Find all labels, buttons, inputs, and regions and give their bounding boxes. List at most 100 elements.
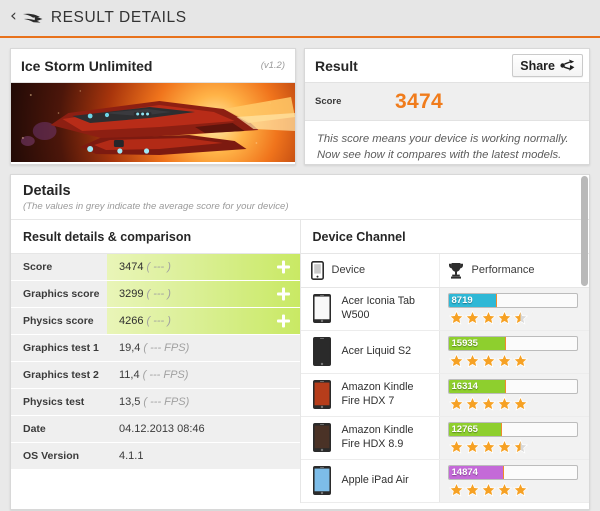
performance-bar: 14874 [447, 464, 578, 480]
back-chevron-icon[interactable]: ‹ [8, 8, 19, 28]
detail-row-number: 19,4 [119, 341, 141, 354]
device-row[interactable]: Apple iPad Air 14874 [300, 459, 589, 503]
star-rating [448, 395, 582, 411]
detail-row-value: 04.12.2013 08:46 [107, 415, 300, 442]
detail-row: Physics test 13,5( --- FPS) [11, 388, 300, 416]
detail-row-number: 11,4 [119, 368, 140, 381]
expand-plus-icon[interactable] [276, 314, 290, 328]
detail-row: Date 04.12.2013 08:46 [11, 415, 300, 443]
device-name: Apple iPad Air [341, 474, 409, 487]
performance-bar: 8719 [447, 292, 578, 308]
device-rows-list: Acer Iconia Tab W500 8719 Acer Liquid S2 15… [300, 287, 589, 503]
page-body: Ice Storm Unlimited (v1.2) Result Share … [0, 38, 600, 510]
detail-row-value: 11,4( --- FPS) [107, 361, 300, 388]
device-row[interactable]: Acer Liquid S2 15935 [300, 330, 589, 374]
detail-row-key: Physics test [11, 388, 107, 415]
result-details-header: Result details & comparison [11, 220, 300, 254]
ipad-thumb-icon [312, 466, 331, 496]
device-cell: Apple iPad Air [301, 460, 439, 502]
performance-cell: 8719 [438, 287, 589, 330]
star-full-icon [464, 481, 480, 497]
detail-row: Graphics test 2 11,4( --- FPS) [11, 361, 300, 389]
performance-column-header: Performance [438, 253, 590, 287]
device-table-header: Device Performance [300, 253, 590, 288]
detail-row-number: 3474 [119, 260, 144, 273]
kindle89-thumb-icon [312, 423, 331, 453]
star-rating [448, 352, 582, 368]
detail-row[interactable]: Score 3474( --- ) [11, 253, 300, 281]
detail-row-average: ( --- FPS) [143, 341, 190, 354]
device-name: Acer Iconia Tab W500 [341, 295, 415, 321]
result-card-header: Result Share [305, 49, 589, 83]
detail-row: OS Version 4.1.1 [11, 442, 300, 470]
details-header: Details (The values in grey indicate the… [11, 175, 589, 220]
expand-plus-icon[interactable] [276, 260, 290, 274]
detail-row-value: 4266( --- ) [107, 307, 300, 334]
star-full-icon [480, 352, 496, 368]
device-name: Amazon Kindle Fire HDX 8.9 [341, 424, 414, 450]
star-half-icon [512, 438, 528, 454]
device-channel-column: Device Channel Device Performance Acer I… [300, 220, 590, 503]
detail-row-key: Graphics test 2 [11, 361, 107, 388]
device-name: Acer Liquid S2 [341, 345, 412, 358]
performance-score: 15935 [451, 337, 478, 349]
star-full-icon [480, 438, 496, 454]
star-full-icon [464, 395, 480, 411]
detail-row[interactable]: Graphics score 3299( --- ) [11, 280, 300, 308]
detail-row-average: ( --- ) [146, 287, 171, 300]
detail-row-number: 13,5 [119, 395, 141, 408]
result-details-column: Result details & comparison Score 3474( -… [11, 219, 301, 503]
detail-row-key: Physics score [11, 307, 107, 334]
page-title: RESULT DETAILS [50, 9, 187, 26]
test-hero-image [11, 83, 295, 162]
detail-row-key: Score [11, 253, 107, 280]
test-card: Ice Storm Unlimited (v1.2) [10, 48, 296, 165]
score-value: 3474 [395, 89, 443, 113]
detail-row-number: 3299 [119, 287, 144, 300]
detail-row[interactable]: Physics score 4266( --- ) [11, 307, 300, 335]
star-full-icon [448, 395, 464, 411]
star-full-icon [448, 481, 464, 497]
performance-score: 12765 [451, 423, 478, 435]
share-nodes-icon [560, 59, 575, 71]
share-button[interactable]: Share [512, 54, 583, 77]
star-full-icon [496, 438, 512, 454]
performance-score: 16314 [451, 380, 478, 392]
expand-plus-icon[interactable] [276, 287, 290, 301]
star-full-icon [448, 309, 464, 325]
details-title: Details [23, 182, 71, 199]
score-strip: Score 3474 [305, 83, 589, 121]
device-cell: Amazon Kindle Fire HDX 8.9 [301, 417, 439, 459]
detail-row-average: ( --- FPS) [143, 395, 190, 408]
performance-score: 14874 [451, 466, 478, 478]
details-card: Details (The values in grey indicate the… [10, 173, 590, 510]
kindle7-thumb-icon [312, 380, 331, 410]
performance-bar: 15935 [447, 335, 578, 351]
details-scrollbar[interactable] [581, 175, 588, 286]
detail-row-value: 13,5( --- FPS) [107, 388, 300, 415]
device-column-header: Device [301, 260, 439, 280]
star-full-icon [512, 395, 528, 411]
device-row[interactable]: Amazon Kindle Fire HDX 8.9 12765 [300, 416, 589, 460]
star-full-icon [512, 481, 528, 497]
detail-row-key: Graphics score [11, 280, 107, 307]
star-full-icon [496, 481, 512, 497]
star-full-icon [496, 309, 512, 325]
star-full-icon [496, 352, 512, 368]
detail-row-number: 4266 [119, 314, 144, 327]
performance-cell: 14874 [438, 459, 589, 502]
detail-row-average: ( --- ) [146, 260, 171, 273]
device-row[interactable]: Amazon Kindle Fire HDX 7 16314 [300, 373, 589, 417]
performance-column-label: Performance [471, 264, 535, 277]
star-full-icon [512, 352, 528, 368]
top-bar: ‹ RESULT DETAILS [0, 0, 600, 38]
detail-row-value: 3474( --- ) [107, 253, 300, 280]
device-cell: Acer Iconia Tab W500 [301, 288, 439, 330]
star-rating [448, 438, 582, 454]
detail-row-key: OS Version [11, 442, 107, 469]
spaceship-artwork-icon [20, 90, 295, 155]
device-row[interactable]: Acer Iconia Tab W500 8719 [300, 287, 589, 331]
performance-cell: 12765 [438, 416, 589, 459]
star-full-icon [464, 309, 480, 325]
detail-row-average: ( --- FPS) [142, 368, 189, 381]
